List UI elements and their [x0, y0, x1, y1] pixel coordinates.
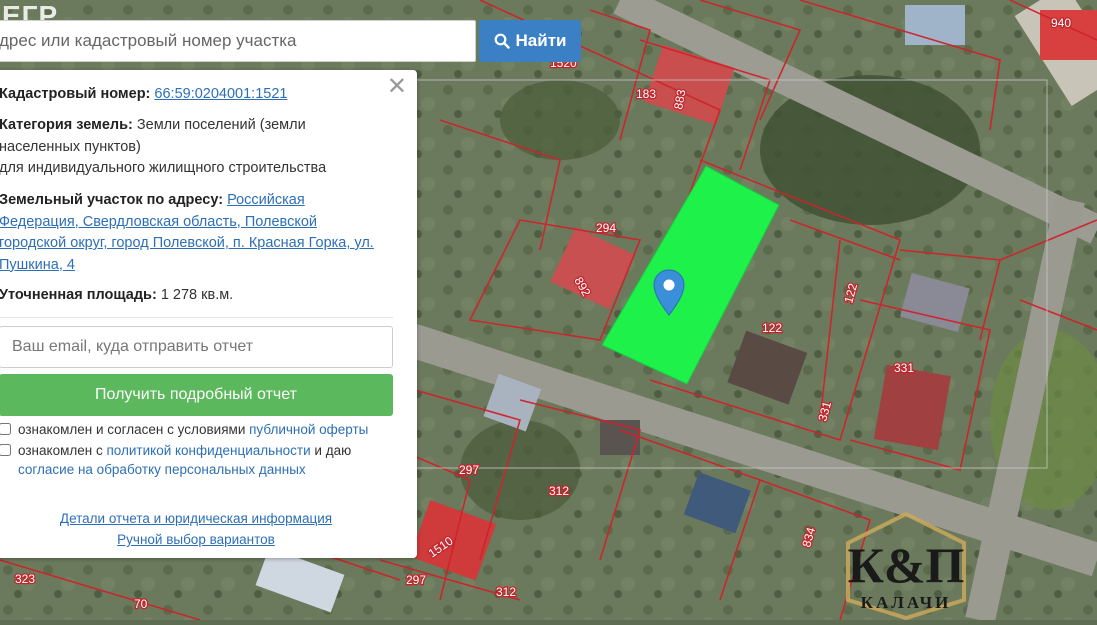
privacy-agree-label-2: и даю	[314, 443, 352, 458]
map-label: 294	[596, 221, 616, 235]
map-label: 312	[496, 585, 516, 599]
details-link-wrap: Детали отчета и юридическая информация	[0, 508, 396, 530]
map-label: 122	[762, 321, 782, 335]
logo-letters: К&П	[848, 537, 965, 593]
address-link-1[interactable]: Российская	[227, 192, 305, 208]
offer-checkbox[interactable]	[0, 423, 11, 435]
area-label: Уточненная площадь:	[0, 287, 157, 303]
area-value: 1 278 кв.м.	[160, 287, 234, 303]
close-icon[interactable]: ✕	[387, 75, 407, 98]
map-label: 297	[459, 463, 479, 477]
location-pin-icon[interactable]	[652, 268, 686, 318]
privacy-checkbox[interactable]	[0, 444, 11, 456]
map-label: 183	[636, 87, 656, 101]
manual-selection-link[interactable]: Ручной выбор вариантов	[117, 532, 275, 547]
offer-agree-text: ознакомлен и согласен с условиями публич…	[18, 420, 368, 439]
map-label: 323	[15, 572, 35, 586]
area-row: Уточненная площадь: 1 278 кв.м.	[0, 285, 233, 307]
map-label: 312	[549, 484, 569, 498]
search-button[interactable]: Найти	[479, 20, 581, 62]
map-label: 940	[1051, 16, 1071, 30]
manual-link-wrap: Ручной выбор вариантов	[0, 529, 396, 551]
privacy-policy-link[interactable]: политикой конфиденциальности	[106, 443, 310, 458]
category-row: Категория земель: Земли поселений (земли…	[0, 115, 326, 180]
logo-text: КАЛАЧИ	[861, 593, 952, 612]
category-value-3: для индивидуального жилищного строительс…	[0, 160, 327, 176]
address-row: Земельный участок по адресу: Российская …	[0, 190, 374, 276]
parcel-info-panel: ✕ Кадастровый номер: 66:59:0204001:1521 …	[0, 70, 417, 558]
kalachi-logo: К&П КАЛАЧИ	[836, 510, 976, 625]
address-label: Земельный участок по адресу:	[0, 192, 224, 208]
cadastral-row: Кадастровый номер: 66:59:0204001:1521	[0, 84, 287, 106]
map-label: 70	[134, 597, 148, 611]
get-report-button[interactable]: Получить подробный отчет	[0, 374, 393, 416]
report-details-link[interactable]: Детали отчета и юридическая информация	[60, 511, 332, 526]
address-link-2[interactable]: Федерация, Свердловская область, Полевск…	[0, 214, 317, 230]
offer-agree-label: ознакомлен и согласен с условиями	[18, 422, 246, 437]
category-label: Категория земель:	[0, 117, 133, 133]
search-icon	[494, 33, 510, 49]
address-link-4[interactable]: Пушкина, 4	[0, 257, 75, 273]
privacy-agree-label: ознакомлен с	[18, 443, 103, 458]
address-link-3[interactable]: городской округ, город Полевской, п. Кра…	[0, 235, 374, 251]
cadastral-number-link[interactable]: 66:59:0204001:1521	[154, 86, 287, 102]
personal-data-consent-link[interactable]: согласие на обработку персональных данны…	[18, 462, 306, 477]
category-value-2: населенных пунктов)	[0, 138, 141, 155]
search-button-label: Найти	[515, 31, 567, 50]
category-value-1: Земли поселений (земли	[136, 117, 306, 133]
public-offer-link[interactable]: публичной оферты	[249, 422, 368, 437]
cadastral-label: Кадастровый номер:	[0, 86, 151, 102]
email-field[interactable]	[0, 326, 393, 368]
search-input[interactable]	[0, 20, 476, 62]
privacy-agree-text: ознакомлен с политикой конфиденциальност…	[18, 441, 398, 479]
map-label: 331	[894, 361, 914, 375]
map-label: 297	[406, 573, 426, 587]
divider	[0, 317, 393, 318]
